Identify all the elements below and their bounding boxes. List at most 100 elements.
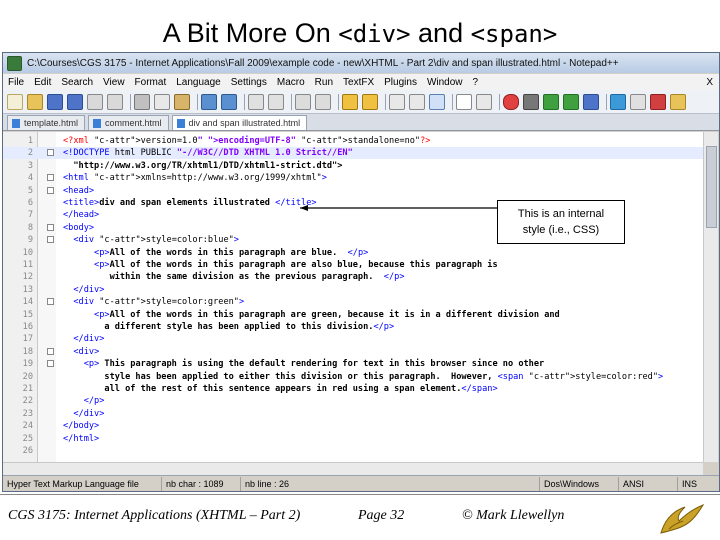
menu-item-run[interactable]: Run (310, 77, 338, 88)
line-number: 9 (27, 235, 33, 246)
code-line[interactable]: 16 a different style has been applied to… (3, 321, 703, 333)
menu-item-language[interactable]: Language (171, 77, 226, 88)
line-number: 12 (22, 272, 33, 283)
code-line[interactable]: 20 style has been applied to either this… (3, 371, 703, 383)
menu-item-search[interactable]: Search (56, 77, 98, 88)
code-text: </div> (73, 334, 105, 345)
close-document-icon[interactable]: X (706, 77, 713, 88)
code-line[interactable]: 26 (3, 445, 703, 457)
run-macro-multiple-icon[interactable] (563, 93, 579, 110)
menu-item-help[interactable]: ? (468, 77, 484, 88)
document-tab[interactable]: comment.html (88, 115, 169, 130)
code-line[interactable]: 14 <div "c-attr">style=color:green"> (3, 296, 703, 308)
status-language: Hyper Text Markup Language file (3, 477, 162, 491)
save-icon[interactable] (47, 93, 63, 110)
clipboard-icon[interactable] (670, 93, 686, 110)
fold-toggle-icon[interactable] (47, 174, 54, 182)
line-number: 22 (22, 396, 33, 407)
line-number: 24 (22, 421, 33, 432)
fold-toggle-icon[interactable] (47, 347, 54, 355)
menu-item-view[interactable]: View (98, 77, 130, 88)
code-text: </body> (63, 421, 100, 432)
file-tab-icon (12, 118, 20, 128)
code-line[interactable]: 25 </html> (3, 433, 703, 445)
code-line[interactable]: 12 within the same division as the previ… (3, 271, 703, 283)
window-titlebar[interactable]: C:\Courses\CGS 3175 - Internet Applicati… (3, 53, 719, 73)
code-line[interactable]: 22 </p> (3, 395, 703, 407)
document-tab[interactable]: template.html (7, 115, 86, 130)
replace-icon[interactable] (268, 93, 284, 110)
line-number: 7 (27, 210, 33, 221)
menu-item-edit[interactable]: Edit (29, 77, 56, 88)
fold-toggle-icon[interactable] (47, 149, 54, 157)
copy-icon[interactable] (154, 93, 170, 110)
code-line[interactable]: 18 <div> (3, 346, 703, 358)
redo-icon[interactable] (221, 93, 237, 110)
save-all-icon[interactable] (67, 93, 83, 110)
menu-item-macro[interactable]: Macro (272, 77, 310, 88)
title-text-1: A Bit More On (162, 18, 339, 48)
toolbar (3, 90, 719, 114)
code-line[interactable]: 3 "http://www.w3.org/TR/xhtml1/DTD/xhtml… (3, 160, 703, 172)
code-text: </p> (83, 396, 105, 407)
function-list-icon[interactable] (650, 93, 666, 110)
code-line[interactable]: 24 </body> (3, 420, 703, 432)
code-editor[interactable]: 1 <?xml "c-attr">version=1.0" ">encoding=… (3, 132, 703, 462)
tab-label: comment.html (105, 118, 162, 128)
code-line[interactable]: 19 <p> This paragraph is using the defau… (3, 358, 703, 370)
zoom-in-icon[interactable] (295, 93, 311, 110)
word-wrap-icon[interactable] (389, 93, 405, 110)
code-line[interactable]: 2 <!DOCTYPE html PUBLIC "-//W3C//DTD XHTM… (3, 147, 703, 160)
play-macro-icon[interactable] (543, 93, 559, 110)
document-tab[interactable]: div and span illustrated.html (171, 115, 308, 130)
menu-item-textfx[interactable]: TextFX (338, 77, 379, 88)
vertical-scrollbar[interactable] (703, 132, 718, 462)
code-line[interactable]: 4 <html "c-attr">xmlns=http://www.w3.org/… (3, 172, 703, 184)
open-folder-icon[interactable] (27, 93, 43, 110)
new-file-icon[interactable] (7, 93, 23, 110)
code-line[interactable]: 1 <?xml "c-attr">version=1.0" ">encoding=… (3, 135, 703, 147)
code-line[interactable]: 5 <head> (3, 185, 703, 197)
code-line[interactable]: 13 </div> (3, 284, 703, 296)
sync-horizontal-icon[interactable] (362, 93, 378, 110)
arrow-icon[interactable] (610, 93, 626, 110)
show-all-chars-icon[interactable] (409, 93, 425, 110)
code-line[interactable]: 17 </div> (3, 333, 703, 345)
fold-toggle-icon[interactable] (47, 360, 54, 368)
paste-icon[interactable] (174, 93, 190, 110)
code-line[interactable]: 11 <p>All of the words in this paragraph… (3, 259, 703, 271)
fold-toggle-icon[interactable] (47, 186, 54, 194)
menu-item-plugins[interactable]: Plugins (379, 77, 422, 88)
code-line[interactable]: 23 </div> (3, 408, 703, 420)
menu-item-window[interactable]: Window (422, 77, 468, 88)
sync-vertical-icon[interactable] (342, 93, 358, 110)
indent-guide-icon[interactable] (429, 93, 445, 110)
window-title: C:\Courses\CGS 3175 - Internet Applicati… (27, 57, 619, 69)
menu-item-settings[interactable]: Settings (226, 77, 272, 88)
menu-item-format[interactable]: Format (130, 77, 172, 88)
code-text: </div> (73, 284, 105, 295)
horizontal-scrollbar[interactable] (3, 462, 703, 475)
close-file-icon[interactable] (87, 93, 103, 110)
code-line[interactable]: 10 <p>All of the words in this paragraph… (3, 247, 703, 259)
print-icon[interactable] (107, 93, 123, 110)
code-text: <p>All of the words in this paragraph ar… (94, 309, 560, 320)
explorer-icon[interactable] (630, 93, 646, 110)
stop-macro-icon[interactable] (523, 93, 539, 110)
slide-footer: CGS 3175: Internet Applications (XHTML –… (0, 494, 720, 540)
code-line[interactable]: 15 <p>All of the words in this paragraph… (3, 309, 703, 321)
fold-toggle-icon[interactable] (47, 298, 54, 306)
fold-toggle-icon[interactable] (47, 236, 54, 244)
monitoring-icon[interactable] (476, 93, 492, 110)
scrollbar-thumb[interactable] (706, 146, 717, 228)
code-line[interactable]: 21 all of the rest of this sentence appe… (3, 383, 703, 395)
menu-item-file[interactable]: File (3, 77, 29, 88)
zoom-out-icon[interactable] (315, 93, 331, 110)
save-macro-icon[interactable] (583, 93, 599, 110)
undo-icon[interactable] (201, 93, 217, 110)
fold-toggle-icon[interactable] (47, 223, 54, 231)
user-language-icon[interactable] (456, 93, 472, 110)
cut-icon[interactable] (134, 93, 150, 110)
record-macro-icon[interactable] (503, 93, 519, 110)
find-icon[interactable] (248, 93, 264, 110)
